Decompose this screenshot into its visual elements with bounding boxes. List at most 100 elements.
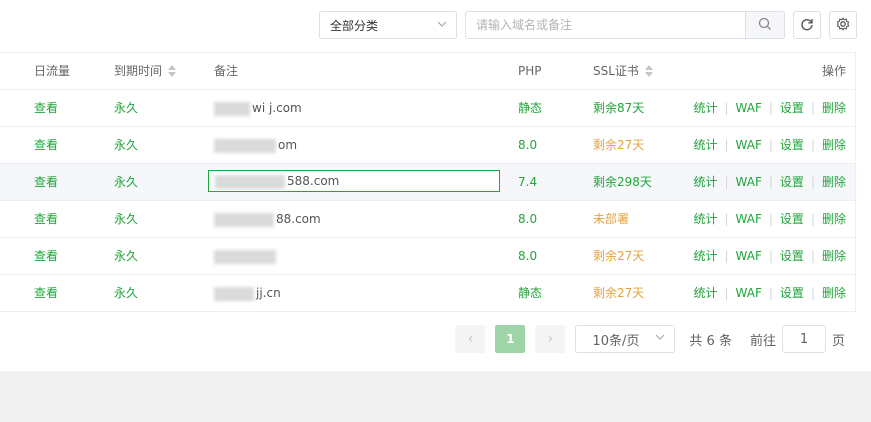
site-table: 日流量 到期时间 备注 PHP SSL证书 操作 查看 永久 wi j.com …	[0, 52, 856, 312]
row-ops: 统计 | WAF | 设置 | 删除	[693, 275, 846, 311]
col-ops-header: 操作	[821, 64, 846, 78]
waf-link[interactable]: WAF	[736, 138, 762, 152]
note-cell[interactable]: om	[214, 127, 297, 163]
stats-link[interactable]: 统计	[693, 249, 717, 263]
row-ops: 统计 | WAF | 设置 | 删除	[693, 90, 846, 126]
total-count: 共 6 条	[689, 333, 732, 349]
view-flow-link[interactable]: 查看	[34, 275, 58, 311]
waf-link[interactable]: WAF	[736, 101, 762, 115]
ops-separator: |	[724, 286, 729, 300]
waf-link[interactable]: WAF	[736, 175, 762, 189]
note-cell[interactable]: 88.com	[214, 201, 321, 237]
waf-link[interactable]: WAF	[736, 212, 762, 226]
ops-separator: |	[768, 138, 773, 152]
note-edit-input[interactable]: 588.com	[208, 170, 500, 192]
php-version[interactable]: 静态	[518, 275, 542, 311]
php-version[interactable]: 8.0	[518, 238, 537, 274]
expire-value[interactable]: 永久	[114, 238, 138, 274]
main-panel: 全部分类 日流量 到期时间 备注	[0, 0, 871, 371]
expire-value[interactable]: 永久	[114, 201, 138, 237]
sort-icon[interactable]	[168, 64, 177, 77]
ops-separator: |	[724, 138, 729, 152]
goto-page-input[interactable]	[781, 325, 826, 353]
note-cell[interactable]: wi j.com	[214, 90, 302, 126]
php-version[interactable]: 8.0	[518, 201, 537, 237]
stats-link[interactable]: 统计	[693, 138, 717, 152]
ops-separator: |	[724, 101, 729, 115]
view-flow-link[interactable]: 查看	[34, 127, 58, 163]
refresh-icon	[800, 17, 814, 34]
prev-page-button[interactable]: ‹	[455, 325, 486, 353]
php-version[interactable]: 7.4	[518, 164, 537, 200]
ssl-status[interactable]: 未部署	[593, 201, 629, 237]
search-box	[465, 11, 785, 39]
delete-link[interactable]: 删除	[822, 175, 846, 189]
stats-link[interactable]: 统计	[693, 286, 717, 300]
view-flow-link[interactable]: 查看	[34, 201, 58, 237]
expire-value[interactable]: 永久	[114, 127, 138, 163]
php-version[interactable]: 静态	[518, 90, 542, 126]
note-cell[interactable]: jj.cn	[214, 275, 281, 311]
page-size-select[interactable]: 10条/页	[575, 325, 676, 353]
row-ops: 统计 | WAF | 设置 | 删除	[693, 238, 846, 274]
view-flow-link[interactable]: 查看	[34, 238, 58, 274]
waf-link[interactable]: WAF	[736, 249, 762, 263]
page-number-current[interactable]: 1	[495, 325, 526, 353]
ssl-status[interactable]: 剩余27天	[593, 127, 644, 163]
stats-link[interactable]: 统计	[693, 212, 717, 226]
category-select[interactable]: 全部分类	[319, 11, 457, 39]
delete-link[interactable]: 删除	[822, 138, 846, 152]
delete-link[interactable]: 删除	[822, 212, 846, 226]
ssl-status[interactable]: 剩余298天	[593, 164, 652, 200]
refresh-button[interactable]	[793, 11, 821, 39]
stats-link[interactable]: 统计	[693, 175, 717, 189]
ssl-status[interactable]: 剩余87天	[593, 90, 644, 126]
table-header: 日流量 到期时间 备注 PHP SSL证书 操作	[0, 53, 855, 90]
row-ops: 统计 | WAF | 设置 | 删除	[693, 127, 846, 163]
search-icon	[758, 17, 772, 34]
settings-link[interactable]: 设置	[780, 101, 804, 115]
waf-link[interactable]: WAF	[736, 286, 762, 300]
expire-value[interactable]: 永久	[114, 275, 138, 311]
php-version[interactable]: 8.0	[518, 127, 537, 163]
delete-link[interactable]: 删除	[822, 101, 846, 115]
search-button[interactable]	[745, 12, 784, 38]
note-cell[interactable]	[214, 238, 278, 274]
view-flow-link[interactable]: 查看	[34, 164, 58, 200]
ops-separator: |	[768, 101, 773, 115]
next-page-button[interactable]: ›	[535, 325, 566, 353]
ops-separator: |	[768, 175, 773, 189]
ops-separator: |	[724, 212, 729, 226]
ops-separator: |	[810, 286, 815, 300]
expire-value[interactable]: 永久	[114, 90, 138, 126]
sort-icon[interactable]	[644, 64, 653, 77]
table-row: 查看 永久 8.0 剩余27天 统计 | WAF | 设置 | 删除	[0, 238, 855, 275]
col-ssl-label: SSL证书	[593, 64, 639, 78]
ssl-status[interactable]: 剩余27天	[593, 275, 644, 311]
settings-link[interactable]: 设置	[780, 175, 804, 189]
settings-link[interactable]: 设置	[780, 212, 804, 226]
ops-separator: |	[724, 175, 729, 189]
ops-separator: |	[724, 249, 729, 263]
stats-link[interactable]: 统计	[693, 101, 717, 115]
ops-separator: |	[810, 249, 815, 263]
expire-value[interactable]: 永久	[114, 164, 138, 200]
settings-link[interactable]: 设置	[780, 286, 804, 300]
ssl-status[interactable]: 剩余27天	[593, 238, 644, 274]
col-expire-header[interactable]: 到期时间	[114, 53, 177, 89]
view-flow-link[interactable]: 查看	[34, 90, 58, 126]
note-text: jj.cn	[256, 286, 281, 300]
table-row: 查看 永久 88.com 8.0 未部署 统计 | WAF | 设置 | 删除	[0, 201, 855, 238]
settings-link[interactable]: 设置	[780, 138, 804, 152]
row-ops: 统计 | WAF | 设置 | 删除	[693, 201, 846, 237]
toolbar: 全部分类	[319, 10, 857, 40]
delete-link[interactable]: 删除	[822, 249, 846, 263]
goto-suffix: 页	[831, 333, 845, 349]
settings-link[interactable]: 设置	[780, 249, 804, 263]
table-row: 查看 永久 om 8.0 剩余27天 统计 | WAF | 设置 | 删除	[0, 127, 855, 164]
search-input[interactable]	[466, 12, 745, 38]
col-ssl-header[interactable]: SSL证书	[593, 53, 653, 89]
row-ops: 统计 | WAF | 设置 | 删除	[693, 164, 846, 200]
delete-link[interactable]: 删除	[822, 286, 846, 300]
settings-button[interactable]	[829, 11, 857, 39]
